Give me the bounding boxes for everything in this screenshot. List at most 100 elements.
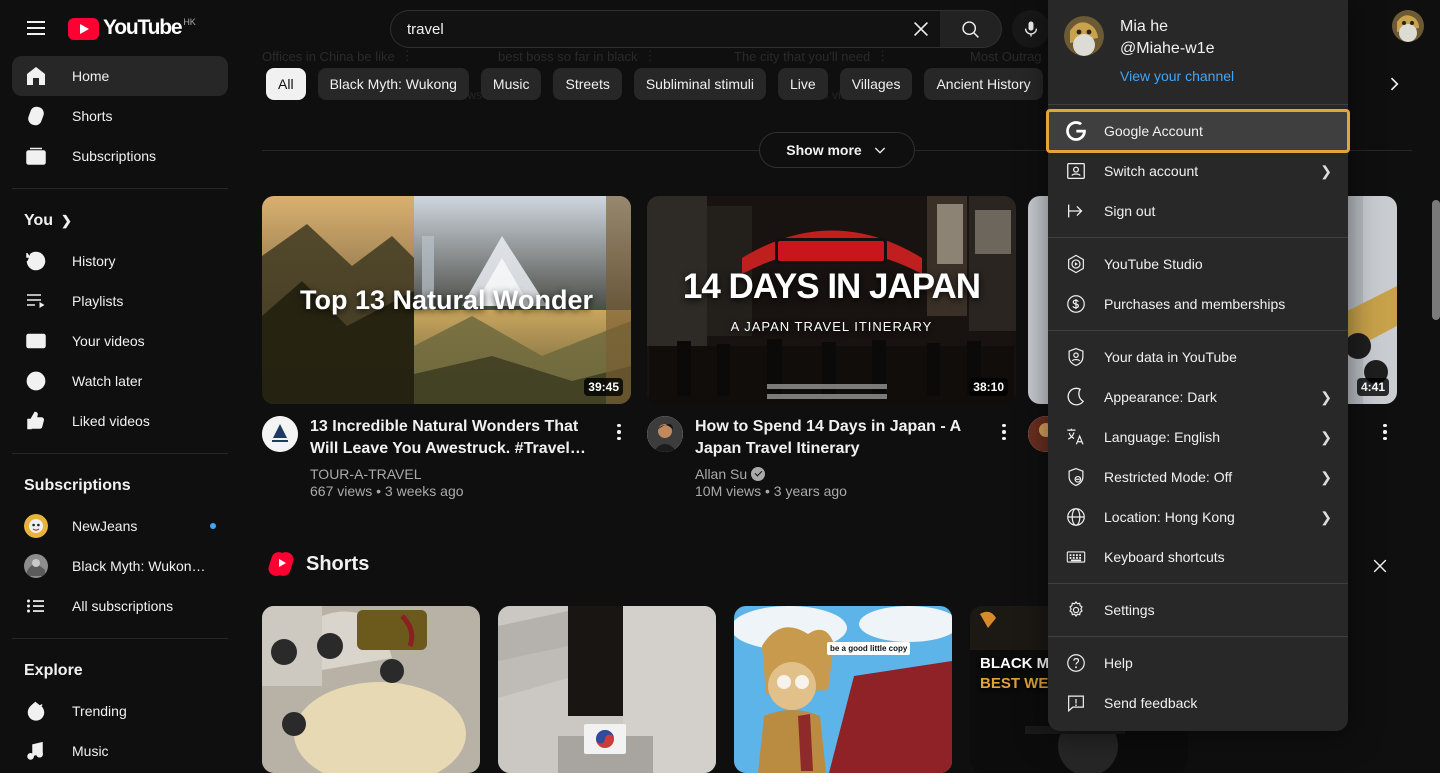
video-title[interactable]: How to Spend 14 Days in Japan - A Japan …: [695, 416, 992, 460]
sidebar-label-newjeans: NewJeans: [72, 518, 138, 534]
sidebar-item-playlists[interactable]: Playlists: [12, 281, 228, 321]
home-icon: [24, 64, 48, 88]
sidebar-item-subscriptions[interactable]: Subscriptions: [12, 136, 228, 176]
chip-black-myth-wukong[interactable]: Black Myth: Wukong: [317, 68, 469, 100]
sidebar-item-liked-videos[interactable]: Liked videos: [12, 401, 228, 441]
sidebar-item-shorts[interactable]: Shorts: [12, 96, 228, 136]
menu-label: Language: English: [1104, 429, 1220, 445]
menu-item-send-feedback[interactable]: Send feedback: [1048, 683, 1348, 723]
view-your-channel-link[interactable]: View your channel: [1120, 68, 1234, 84]
sidebar-header: YouTube HK: [0, 0, 240, 56]
keyboard-icon: [1064, 545, 1088, 569]
shorts-thumbnail[interactable]: [498, 606, 716, 773]
sidebar-divider-1: [12, 188, 228, 189]
sidebar-item-watch-later[interactable]: Watch later: [12, 361, 228, 401]
avatar: [24, 514, 48, 538]
chip-all[interactable]: All: [266, 68, 306, 100]
sidebar-item-trending[interactable]: Trending: [12, 691, 228, 731]
menu-item-keyboard-shortcuts[interactable]: Keyboard shortcuts: [1048, 537, 1348, 577]
switch-account-icon: [1064, 159, 1088, 183]
sidebar-item-music[interactable]: Music: [12, 731, 228, 771]
video-channel[interactable]: TOUR-A-TRAVEL: [310, 466, 607, 482]
clear-search-icon[interactable]: [902, 10, 940, 48]
sidebar-scroll-area: Home Shorts Subscriptions You ❯ History …: [0, 56, 240, 773]
video-thumbnail[interactable]: 14 DAYS IN JAPAN A JAPAN TRAVEL ITINERAR…: [647, 196, 1016, 404]
sidebar-subscriptions-label: Subscriptions: [24, 477, 131, 494]
hamburger-menu-icon[interactable]: [16, 8, 56, 48]
chip-villages[interactable]: Villages: [839, 68, 913, 100]
shorts-caption: be a good little copy: [827, 642, 911, 655]
menu-item-help[interactable]: Help: [1048, 643, 1348, 683]
chip-streets[interactable]: Streets: [553, 68, 622, 100]
channel-avatar[interactable]: [647, 416, 683, 452]
video-card[interactable]: Top 13 Natural Wonder 39:45 13 Incredibl…: [262, 196, 631, 499]
channel-name: TOUR-A-TRAVEL: [310, 466, 422, 482]
show-more-button[interactable]: Show more: [759, 132, 915, 168]
menu-item-restricted-mode[interactable]: Restricted Mode: Off ❯: [1048, 457, 1348, 497]
account-avatar-button[interactable]: [1392, 10, 1424, 42]
chips-next-arrow-icon[interactable]: [1378, 68, 1410, 100]
sidebar-item-home[interactable]: Home: [12, 56, 228, 96]
menu-label: YouTube Studio: [1104, 256, 1203, 272]
help-icon: [1064, 651, 1088, 675]
menu-label: Appearance: Dark: [1104, 389, 1217, 405]
search-input[interactable]: [407, 20, 902, 38]
kebab-dots: ⋮: [400, 48, 414, 63]
shorts-thumbnail[interactable]: be a good little copy: [734, 606, 952, 773]
account-avatar[interactable]: [1064, 16, 1104, 56]
sidebar-divider-2: [12, 453, 228, 454]
channel-avatar[interactable]: [262, 416, 298, 452]
menu-item-language[interactable]: Language: English ❯: [1048, 417, 1348, 457]
video-channel[interactable]: Allan Su: [695, 466, 992, 482]
video-thumbnail[interactable]: Top 13 Natural Wonder 39:45: [262, 196, 631, 404]
shorts-thumbnail[interactable]: [262, 606, 480, 773]
search-field-container[interactable]: [390, 10, 940, 48]
sidebar-label-playlists: Playlists: [72, 293, 124, 309]
thumbnail-title: Top 13 Natural Wonder: [299, 284, 594, 315]
sidebar-item-all-subscriptions[interactable]: All subscriptions: [12, 586, 228, 626]
video-more-options-icon[interactable]: [992, 420, 1016, 444]
menu-item-settings[interactable]: Settings: [1048, 590, 1348, 630]
menu-item-location[interactable]: Location: Hong Kong ❯: [1048, 497, 1348, 537]
menu-item-switch-account[interactable]: Switch account ❯: [1048, 151, 1348, 191]
video-more-options-icon[interactable]: [607, 420, 631, 444]
shorts-section-title: Shorts: [306, 552, 370, 575]
new-content-dot: [210, 523, 216, 529]
menu-item-youtube-studio[interactable]: YouTube Studio: [1048, 244, 1348, 284]
all-subscriptions-list-icon: [24, 594, 48, 618]
sidebar-label-liked-videos: Liked videos: [72, 413, 150, 429]
thumbnail-image: [498, 606, 716, 773]
sidebar-label-music: Music: [72, 743, 109, 759]
youtube-logo[interactable]: YouTube HK: [68, 16, 196, 40]
chip-live[interactable]: Live: [778, 68, 828, 100]
account-name: Mia he: [1120, 18, 1169, 35]
page-scrollbar-thumb[interactable]: [1432, 200, 1440, 320]
sidebar-subscription-newjeans[interactable]: NewJeans: [12, 506, 228, 546]
video-title[interactable]: 13 Incredible Natural Wonders That Will …: [310, 416, 607, 460]
sidebar-item-your-videos[interactable]: Your videos: [12, 321, 228, 361]
sidebar-explore-header: Explore: [12, 651, 228, 691]
voice-search-button[interactable]: [1012, 10, 1050, 48]
video-card[interactable]: 14 DAYS IN JAPAN A JAPAN TRAVEL ITINERAR…: [647, 196, 1016, 499]
menu-divider: [1048, 583, 1348, 584]
menu-label: Send feedback: [1104, 695, 1198, 711]
sidebar-item-history[interactable]: History: [12, 241, 228, 281]
chip-music[interactable]: Music: [480, 68, 542, 100]
chip-ancient-history[interactable]: Ancient History: [924, 68, 1043, 100]
search-button[interactable]: [940, 10, 1002, 48]
menu-item-appearance[interactable]: Appearance: Dark ❯: [1048, 377, 1348, 417]
sidebar-label-watch-later: Watch later: [72, 373, 143, 389]
youtube-home-page: YouTube HK Home Shorts Subscriptions You…: [0, 0, 1440, 773]
chip-subliminal-stimuli[interactable]: Subliminal stimuli: [633, 68, 766, 100]
thumbnail-overlay-text: Top 13 Natural Wonder: [262, 196, 631, 404]
close-icon[interactable]: [1366, 552, 1394, 580]
menu-item-purchases-and-memberships[interactable]: Purchases and memberships: [1048, 284, 1348, 324]
menu-item-sign-out[interactable]: Sign out: [1048, 191, 1348, 231]
youtube-studio-icon: [1064, 252, 1088, 276]
sidebar-subscription-black-myth-wukong[interactable]: Black Myth: Wukon…: [12, 546, 228, 586]
sidebar-you-header[interactable]: You ❯: [12, 201, 228, 241]
chevron-down-icon: [874, 147, 885, 154]
menu-item-google-account[interactable]: Google Account: [1046, 109, 1350, 153]
menu-item-your-data-in-youtube[interactable]: Your data in YouTube: [1048, 337, 1348, 377]
kebab-dots: ⋮: [876, 48, 890, 63]
